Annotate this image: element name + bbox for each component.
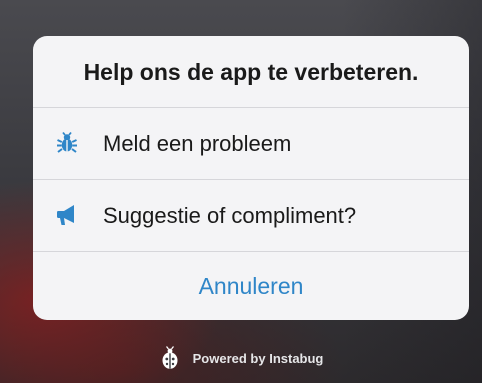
feedback-action-sheet: Help ons de app te verbeteren. Meld een …	[33, 36, 469, 320]
suggestion-option[interactable]: Suggestie of compliment?	[33, 180, 469, 252]
megaphone-icon	[55, 203, 79, 227]
dimmed-app-background: Help ons de app te verbeteren. Meld een …	[0, 0, 482, 383]
suggestion-label: Suggestie of compliment?	[103, 203, 357, 228]
cancel-button[interactable]: Annuleren	[33, 252, 469, 320]
powered-by-text: Powered by Instabug	[192, 350, 324, 366]
sheet-title: Help ons de app te verbeteren.	[33, 36, 469, 108]
report-bug-option[interactable]: Meld een probleem	[33, 108, 469, 180]
instabug-logo-icon	[159, 346, 181, 370]
bug-icon	[55, 131, 79, 155]
report-bug-label: Meld een probleem	[103, 131, 292, 156]
powered-by-footer: Powered by Instabug	[0, 343, 482, 373]
